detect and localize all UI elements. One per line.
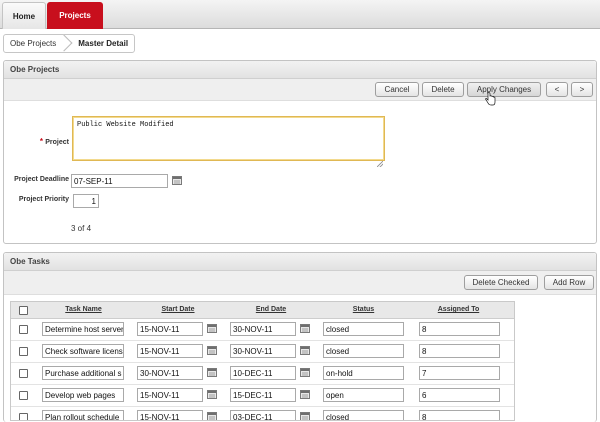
status-input[interactable]: closed [323,322,404,336]
calendar-icon[interactable] [300,412,310,420]
end-date-input[interactable]: 30-NOV-11 [230,344,296,358]
cancel-button[interactable]: Cancel [375,82,419,97]
column-header-status[interactable]: Status [321,302,406,318]
assigned-to-input[interactable]: 8 [419,322,500,336]
tab-home[interactable]: Home [2,2,46,29]
calendar-icon[interactable] [300,346,310,355]
project-deadline-label: Project Deadline [14,176,69,183]
start-date-input[interactable]: 15-NOV-11 [137,322,203,336]
assigned-to-input[interactable]: 7 [419,366,500,380]
apply-changes-button[interactable]: Apply Changes [467,82,541,97]
row-checkbox[interactable] [19,391,28,400]
calendar-icon[interactable] [207,346,217,355]
row-divider [11,406,514,407]
delete-button[interactable]: Delete [422,82,464,97]
task-name-input[interactable]: Determine host server [42,322,124,336]
tasks-region-title: Obe Tasks [4,253,596,271]
task-name-input[interactable]: Plan rollout schedule [42,410,124,420]
task-name-input[interactable]: Check software licens [42,344,124,358]
row-divider [11,340,514,341]
row-checkbox[interactable] [19,413,28,420]
top-tab-bar: Home Projects [0,0,600,29]
assigned-to-input[interactable]: 8 [419,410,500,420]
tasks-table: Task Name Start Date End Date Status Ass… [10,301,515,421]
row-checkbox[interactable] [19,325,28,334]
row-checkbox[interactable] [19,347,28,356]
breadcrumb-item-current: Master Detail [78,39,129,48]
status-input[interactable]: closed [323,410,404,420]
next-record-button[interactable]: > [571,82,593,97]
assigned-to-input[interactable]: 6 [419,388,500,402]
project-textarea[interactable]: Public Website Modified [72,116,385,161]
projects-region-title: Obe Projects [4,61,596,79]
projects-region: Obe Projects Cancel Delete Apply Changes… [3,60,597,244]
task-name-input[interactable]: Develop web pages [42,388,124,402]
assigned-to-input[interactable]: 8 [419,344,500,358]
column-header-assigned-to[interactable]: Assigned To [416,302,501,318]
calendar-icon[interactable] [207,412,217,420]
calendar-icon[interactable] [300,390,310,399]
delete-checked-button[interactable]: Delete Checked [464,275,538,290]
tab-projects[interactable]: Projects [47,2,103,29]
start-date-input[interactable]: 15-NOV-11 [137,410,203,420]
add-row-button[interactable]: Add Row [544,275,594,290]
record-counter: 3 of 4 [71,224,92,233]
project-label: * Project [9,137,69,146]
status-input[interactable]: open [323,388,404,402]
row-divider [11,384,514,385]
start-date-input[interactable]: 15-NOV-11 [137,344,203,358]
end-date-input[interactable]: 03-DEC-11 [230,410,296,420]
breadcrumb: Obe Projects Master Detail [3,34,136,53]
calendar-icon[interactable] [300,324,310,333]
task-name-input[interactable]: Purchase additional s [42,366,124,380]
column-header-start-date[interactable]: Start Date [133,302,223,318]
calendar-icon[interactable] [207,390,217,399]
project-priority-label: Project Priority [18,196,69,203]
start-date-input[interactable]: 30-NOV-11 [137,366,203,380]
column-header-task-name[interactable]: Task Name [46,302,121,318]
row-checkbox[interactable] [19,369,28,378]
projects-button-bar: Cancel Delete Apply Changes < > [4,79,596,101]
status-input[interactable]: on-hold [323,366,404,380]
select-all-checkbox[interactable] [19,306,28,315]
row-divider [11,362,514,363]
resize-handle-icon[interactable] [377,161,383,167]
start-date-input[interactable]: 15-NOV-11 [137,388,203,402]
calendar-icon[interactable] [300,368,310,377]
project-deadline-input[interactable]: 07-SEP-11 [71,174,168,188]
hand-pointer-icon [485,92,496,106]
end-date-input[interactable]: 10-DEC-11 [230,366,296,380]
end-date-input[interactable]: 30-NOV-11 [230,322,296,336]
project-label-text: Project [45,139,69,146]
end-date-input[interactable]: 15-DEC-11 [230,388,296,402]
status-input[interactable]: closed [323,344,404,358]
previous-record-button[interactable]: < [546,82,568,97]
calendar-icon[interactable] [207,324,217,333]
tasks-button-bar: Delete Checked Add Row [4,271,596,295]
column-header-end-date[interactable]: End Date [226,302,316,318]
calendar-icon[interactable] [207,368,217,377]
breadcrumb-separator [64,35,72,52]
project-priority-input[interactable]: 1 [73,194,99,208]
calendar-icon[interactable] [172,176,182,185]
